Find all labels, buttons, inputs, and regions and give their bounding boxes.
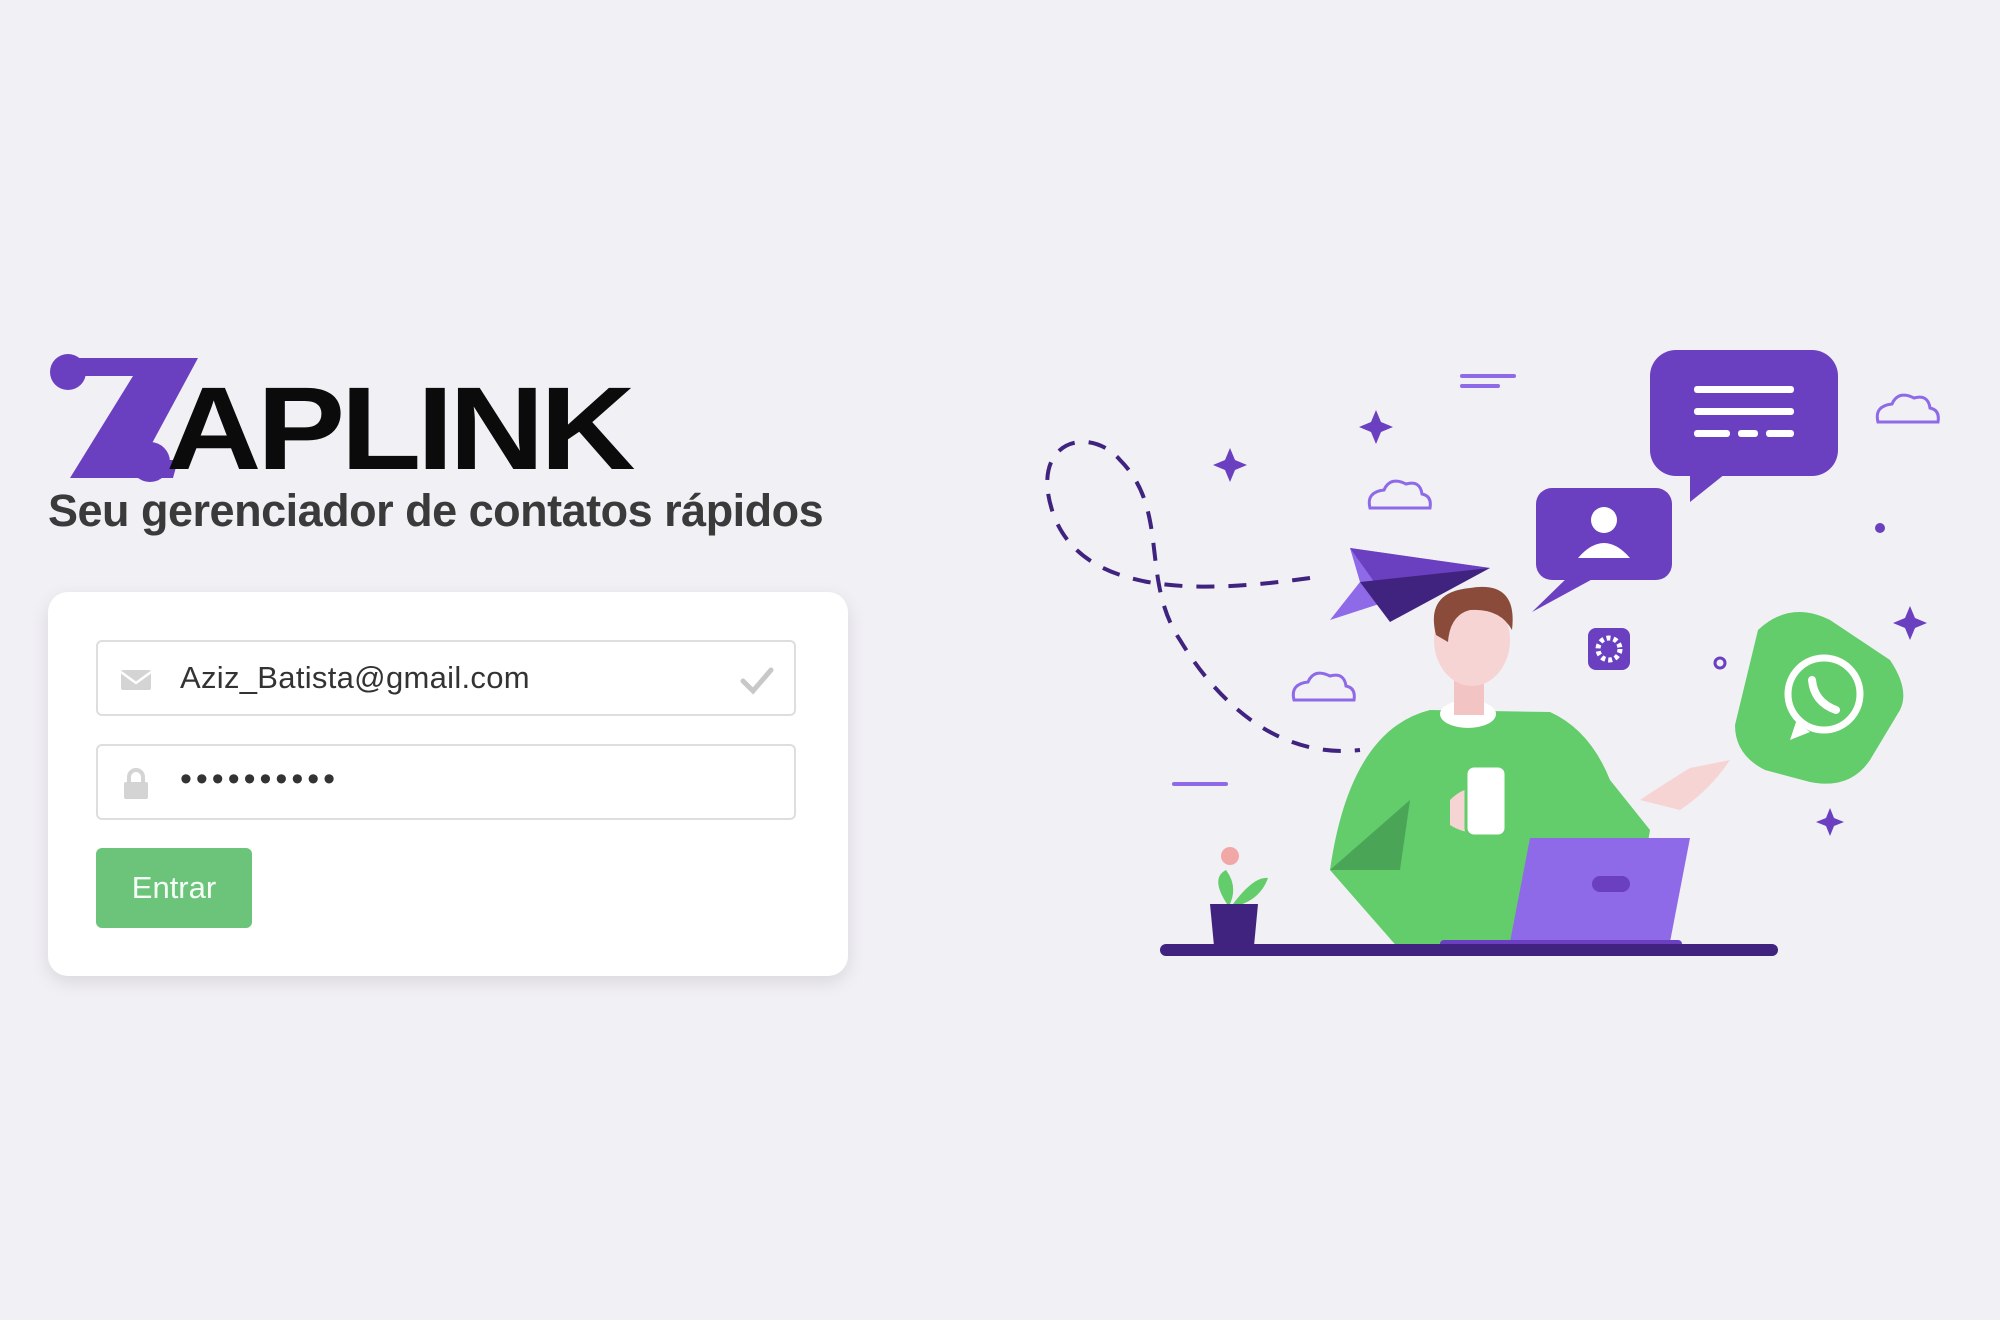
email-value: Aziz_Batista@gmail.com <box>180 660 530 695</box>
whatsapp-icon <box>1735 612 1904 784</box>
message-bubble-icon <box>1650 350 1838 502</box>
login-panel: APLINK Seu gerenciador de contatos rápid… <box>48 350 848 976</box>
logo-wordmark: APLINK <box>166 363 636 495</box>
logo: APLINK <box>48 350 698 495</box>
desk <box>1160 944 1778 956</box>
login-card: Aziz_Batista@gmail.com •••••••••• Entrar <box>48 592 848 976</box>
login-button[interactable]: Entrar <box>96 848 252 928</box>
password-field[interactable]: •••••••••• <box>96 744 796 820</box>
check-icon <box>740 667 774 695</box>
email-field[interactable]: Aziz_Batista@gmail.com <box>96 640 796 716</box>
illustration <box>1045 350 1940 956</box>
plant-icon <box>1210 847 1268 946</box>
lock-icon <box>124 768 148 799</box>
gear-icon <box>1588 628 1630 670</box>
contact-bubble-icon <box>1532 488 1672 612</box>
dashed-trail <box>1045 439 1361 753</box>
password-value: •••••••••• <box>180 760 340 798</box>
envelope-icon <box>120 670 152 690</box>
